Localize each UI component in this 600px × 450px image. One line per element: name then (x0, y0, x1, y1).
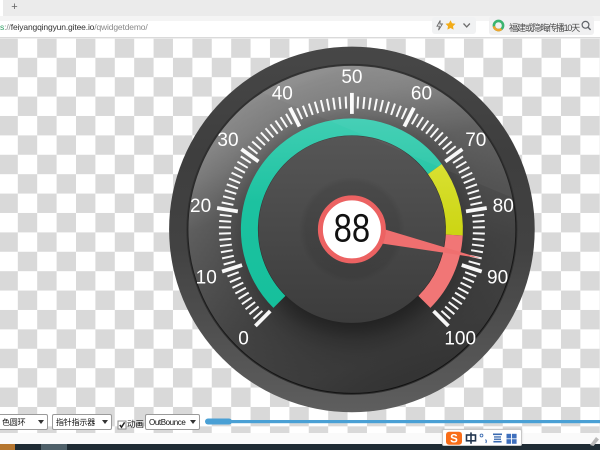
svg-text:20: 20 (190, 196, 211, 217)
svg-text:40: 40 (272, 84, 293, 105)
svg-text:60: 60 (411, 84, 432, 105)
svg-text:30: 30 (217, 130, 238, 151)
svg-text:S: S (450, 434, 458, 446)
svg-text:100: 100 (444, 329, 476, 350)
svg-text:0: 0 (238, 329, 249, 350)
svg-text:10: 10 (196, 268, 217, 289)
svg-text:88: 88 (334, 206, 371, 250)
svg-text:50: 50 (341, 67, 362, 88)
svg-text:90: 90 (487, 268, 508, 289)
svg-text:70: 70 (465, 130, 486, 151)
svg-text:80: 80 (493, 196, 514, 217)
